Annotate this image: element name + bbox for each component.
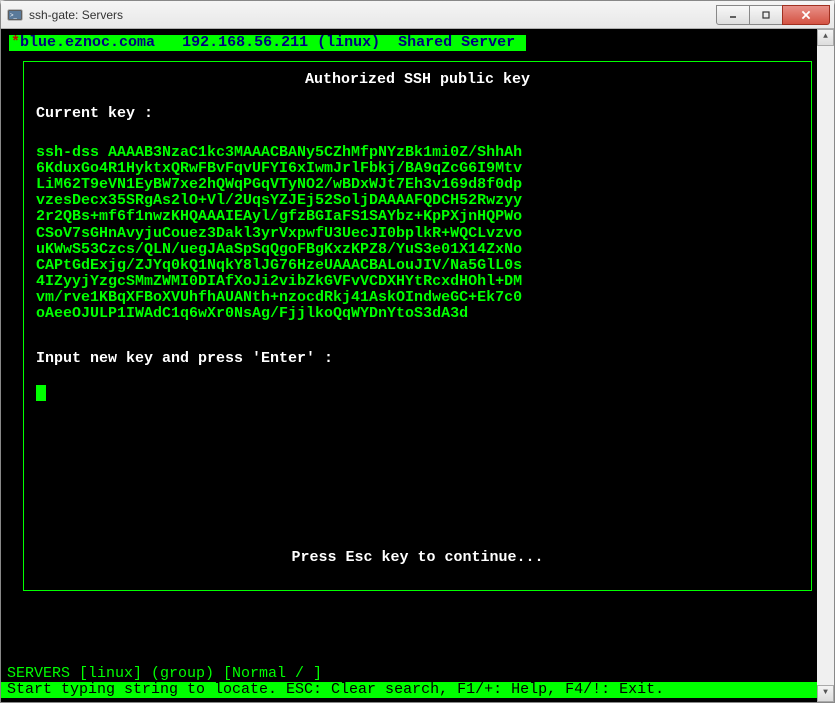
status-help: Start typing string to locate. ESC: Clea… <box>1 682 834 698</box>
scroll-down-arrow-icon[interactable]: ▼ <box>817 685 834 702</box>
status-bar: SERVERS [linux] (group) [Normal / ] Star… <box>1 666 834 698</box>
terminal[interactable]: *blue.eznoc.coma 192.168.56.211 (linux) … <box>1 29 834 702</box>
server-label: Shared Server <box>398 34 515 51</box>
continue-hint: Press Esc key to continue... <box>24 550 811 566</box>
current-key-label: Current key : <box>36 106 799 122</box>
ssh-key-panel: Authorized SSH public key Current key : … <box>23 61 812 591</box>
server-header: *blue.eznoc.coma 192.168.56.211 (linux) … <box>9 35 526 51</box>
panel-title: Authorized SSH public key <box>36 72 799 88</box>
titlebar[interactable]: >_ ssh-gate: Servers <box>1 1 834 29</box>
window-controls <box>717 5 830 25</box>
maximize-button[interactable] <box>749 5 783 25</box>
app-icon: >_ <box>7 7 23 23</box>
scroll-up-arrow-icon[interactable]: ▲ <box>817 29 834 46</box>
host-name: blue.eznoc.coma <box>20 34 155 51</box>
minimize-button[interactable] <box>716 5 750 25</box>
input-new-key-label: Input new key and press 'Enter' : <box>36 351 799 367</box>
scroll-track[interactable] <box>817 46 834 685</box>
status-context: SERVERS [linux] (group) [Normal / ] <box>1 666 834 682</box>
svg-text:>_: >_ <box>10 13 18 19</box>
ssh-key-value: ssh-dss AAAAB3NzaC1kc3MAAACBANy5CZhMfpNY… <box>36 145 526 323</box>
window-title: ssh-gate: Servers <box>29 8 717 22</box>
app-window: >_ ssh-gate: Servers *blue.eznoc.coma 19… <box>0 0 835 703</box>
host-ip: 192.168.56.211 <box>182 34 308 51</box>
new-key-input[interactable] <box>36 385 799 402</box>
vertical-scrollbar[interactable]: ▲ ▼ <box>817 29 834 702</box>
host-os: (linux) <box>317 34 380 51</box>
close-button[interactable] <box>782 5 830 25</box>
cursor-icon <box>36 385 46 401</box>
